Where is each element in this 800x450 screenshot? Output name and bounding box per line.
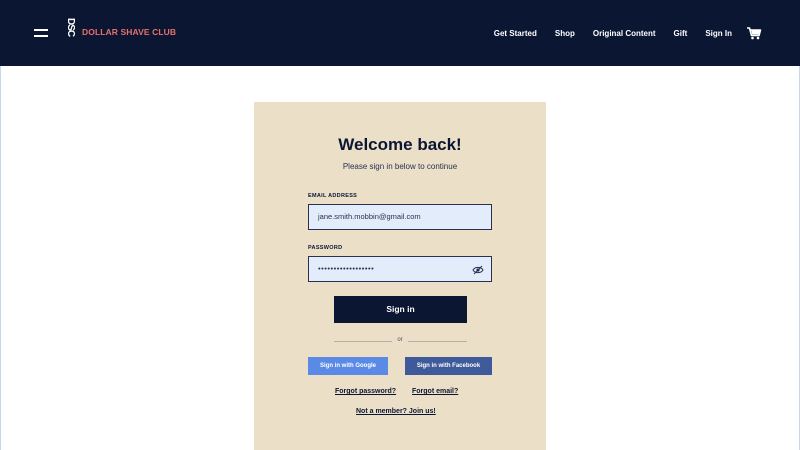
- divider-right: [408, 341, 467, 342]
- nav-get-started[interactable]: Get Started: [494, 29, 537, 38]
- password-label: PASSWORD: [308, 245, 343, 251]
- join-link[interactable]: Not a member? Join us!: [356, 408, 436, 415]
- password-value: ••••••••••••••••••: [318, 264, 375, 273]
- eye-off-icon[interactable]: [472, 265, 484, 275]
- nav-gift[interactable]: Gift: [674, 29, 688, 38]
- logo-text: DOLLAR SHAVE CLUB: [82, 27, 177, 37]
- or-separator: or: [397, 337, 403, 343]
- logo[interactable]: DSC DOLLAR SHAVE CLUB: [64, 18, 176, 46]
- page-title: Welcome back!: [338, 135, 462, 154]
- site-header: DSC DOLLAR SHAVE CLUB Get Started Shop O…: [0, 0, 800, 66]
- forgot-email-link[interactable]: Forgot email?: [412, 388, 458, 395]
- main-nav: Get Started Shop Original Content Gift S…: [494, 26, 800, 40]
- sign-in-button[interactable]: Sign in: [334, 296, 467, 323]
- password-field[interactable]: ••••••••••••••••••: [308, 256, 492, 282]
- google-signin-button[interactable]: Sign in with Google: [308, 357, 388, 375]
- email-label: EMAIL ADDRESS: [308, 193, 358, 199]
- page-subtitle: Please sign in below to continue: [342, 162, 458, 171]
- divider-left: [334, 341, 392, 342]
- logo-mark: DSC: [65, 18, 76, 37]
- nav-shop[interactable]: Shop: [555, 29, 575, 38]
- forgot-password-link[interactable]: Forgot password?: [335, 388, 396, 395]
- nav-original-content[interactable]: Original Content: [593, 29, 656, 38]
- cart-icon[interactable]: [746, 26, 762, 40]
- email-field[interactable]: jane.smith.mobbin@gmail.com: [308, 204, 492, 230]
- nav-sign-in[interactable]: Sign In: [705, 29, 732, 38]
- hamburger-icon[interactable]: [34, 28, 48, 38]
- facebook-signin-button[interactable]: Sign in with Facebook: [405, 357, 492, 375]
- signin-card: Welcome back! Please sign in below to co…: [254, 102, 546, 450]
